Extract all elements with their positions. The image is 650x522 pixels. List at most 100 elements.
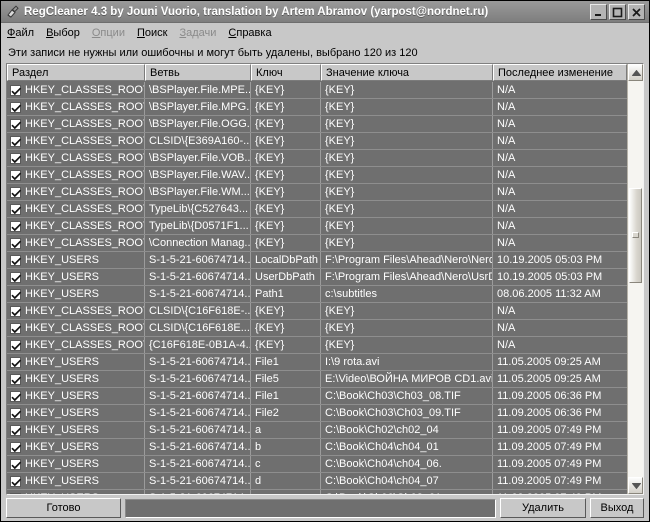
scrollbar-thumb[interactable] <box>629 187 642 283</box>
table-row[interactable]: HKEY_CLASSES_ROOT CLSID\{E369A160-... {KEY… <box>7 133 627 150</box>
row-checkbox[interactable] <box>10 237 22 249</box>
row-checkbox[interactable] <box>10 254 22 266</box>
menu-bar: Файл Выбор Опции Поиск Задачи Справка <box>1 23 649 42</box>
cell-section: HKEY_USERS <box>7 422 145 438</box>
cell-section-label: HKEY_USERS <box>25 441 99 453</box>
column-header-branch[interactable]: Ветвь <box>145 64 251 81</box>
menu-item-help[interactable]: Справка <box>228 27 278 39</box>
cell-branch: S-1-5-21-60674714... <box>145 388 251 404</box>
cell-branch: \Connection Manag... <box>145 235 251 251</box>
table-row[interactable]: HKEY_USERS S-1-5-21-60674714... UserDbPath… <box>7 269 627 286</box>
cell-value: E:\Video\ВОЙНА МИРОВ CD1.avi <box>321 371 493 387</box>
table-row[interactable]: HKEY_CLASSES_ROOT \BSPlayer.File.WM... {KE… <box>7 184 627 201</box>
cell-branch: S-1-5-21-60674714... <box>145 490 251 494</box>
menu-item-file[interactable]: Файл <box>7 27 41 39</box>
row-checkbox[interactable] <box>10 101 22 113</box>
cell-section: HKEY_CLASSES_ROOT <box>7 99 145 115</box>
menu-item-select[interactable]: Выбор <box>46 27 87 39</box>
row-checkbox[interactable] <box>10 135 22 147</box>
row-checkbox[interactable] <box>10 407 22 419</box>
row-checkbox[interactable] <box>10 424 22 436</box>
table-row[interactable]: HKEY_CLASSES_ROOT \BSPlayer.File.MPE... {K… <box>7 82 627 99</box>
table-row[interactable]: HKEY_CLASSES_ROOT \BSPlayer.File.OGG... {K… <box>7 116 627 133</box>
row-checkbox[interactable] <box>10 169 22 181</box>
cell-modified: N/A <box>497 186 516 198</box>
cell-modified: N/A <box>497 322 516 334</box>
exit-button[interactable]: Выход <box>590 498 644 518</box>
table-row[interactable]: HKEY_USERS S-1-5-21-60674714...eC:\Book\C… <box>7 490 627 494</box>
column-header-key[interactable]: Ключ <box>251 64 321 81</box>
row-checkbox[interactable] <box>10 475 22 487</box>
table-row[interactable]: HKEY_USERS S-1-5-21-60674714... File1 C:\Bo… <box>7 388 627 405</box>
row-checkbox[interactable] <box>10 322 22 334</box>
table-row[interactable]: HKEY_CLASSES_ROOT CLSID\{C16F618E-... {KEY… <box>7 303 627 320</box>
table-row[interactable]: HKEY_USERS S-1-5-21-60674714... File2 C:\Bo… <box>7 405 627 422</box>
registry-list-view: Раздел Ветвь Ключ Значение ключа Последн… <box>6 63 644 495</box>
cell-modified: 11.09.2005 06:36 PM <box>497 407 602 419</box>
cell-branch: \BSPlayer.File.OGG... <box>145 116 251 132</box>
table-row[interactable]: HKEY_USERS S-1-5-21-60674714... a C:\Book\C… <box>7 422 627 439</box>
status-button[interactable]: Готово <box>6 498 121 518</box>
cell-modified: N/A <box>497 203 516 215</box>
cell-value: {KEY} <box>321 320 493 336</box>
table-row[interactable]: HKEY_CLASSES_ROOT CLSID\{C16F618E... {KEY}… <box>7 320 627 337</box>
maximize-button[interactable] <box>609 3 626 20</box>
table-row[interactable]: HKEY_CLASSES_ROOT \BSPlayer.File.VOB... {K… <box>7 150 627 167</box>
row-checkbox[interactable] <box>10 203 22 215</box>
info-status-text: Эти записи не нужны или ошибочны и могут… <box>1 42 649 63</box>
cell-section-label: HKEY_USERS <box>25 373 99 385</box>
row-checkbox[interactable] <box>10 288 22 300</box>
row-checkbox[interactable] <box>10 84 22 96</box>
row-checkbox[interactable] <box>10 441 22 453</box>
table-row[interactable]: HKEY_USERS S-1-5-21-60674714... File5 E:\Vi… <box>7 371 627 388</box>
row-checkbox[interactable] <box>10 492 21 494</box>
table-row[interactable]: HKEY_USERS S-1-5-21-60674714... File1 I:\9 … <box>7 354 627 371</box>
close-button[interactable] <box>628 3 645 20</box>
row-checkbox[interactable] <box>10 339 22 351</box>
cell-modified: 11.09.2005 06:36 PM <box>497 390 602 402</box>
row-checkbox[interactable] <box>10 305 22 317</box>
cell-key: Path1 <box>251 286 321 302</box>
menu-item-search[interactable]: Поиск <box>137 27 174 39</box>
table-row[interactable]: HKEY_CLASSES_ROOT TypeLib\{C527643... {KEY… <box>7 201 627 218</box>
table-row[interactable]: HKEY_CLASSES_ROOT \BSPlayer.File.WAV... {K… <box>7 167 627 184</box>
scrollbar-track[interactable] <box>628 81 643 477</box>
cell-section-label: HKEY_CLASSES_ROOT <box>25 118 144 130</box>
row-checkbox[interactable] <box>10 118 22 130</box>
row-checkbox[interactable] <box>10 390 22 402</box>
table-row[interactable]: HKEY_CLASSES_ROOT TypeLib\{D0571F1... {KEY… <box>7 218 627 235</box>
vertical-scrollbar[interactable] <box>627 64 643 494</box>
table-row[interactable]: HKEY_USERS S-1-5-21-60674714... c C:\Book\C… <box>7 456 627 473</box>
column-header-value[interactable]: Значение ключа <box>321 64 493 81</box>
row-checkbox[interactable] <box>10 220 22 232</box>
table-row[interactable]: HKEY_USERS S-1-5-21-60674714... LocalDbPat… <box>7 252 627 269</box>
minimize-button[interactable] <box>590 3 607 20</box>
menu-label-rest: айл <box>15 26 35 39</box>
list-grid: Раздел Ветвь Ключ Значение ключа Последн… <box>7 64 627 494</box>
row-checkbox[interactable] <box>10 186 22 198</box>
column-header-modified[interactable]: Последнее изменение <box>493 64 627 81</box>
row-checkbox[interactable] <box>10 373 22 385</box>
delete-button[interactable]: Удалить <box>500 498 586 518</box>
cell-section: HKEY_USERS <box>7 371 145 387</box>
row-checkbox[interactable] <box>10 458 22 470</box>
table-row[interactable]: HKEY_USERS S-1-5-21-60674714... b C:\Book\C… <box>7 439 627 456</box>
table-row[interactable]: HKEY_USERS S-1-5-21-60674714... d C:\Book\C… <box>7 473 627 490</box>
cell-value: C:\Book\Ch03\Ch03_09.TIF <box>321 405 493 421</box>
cell-section-label: HKEY_CLASSES_ROOT <box>25 101 144 113</box>
scroll-down-icon[interactable] <box>628 477 643 494</box>
column-header-section[interactable]: Раздел <box>7 64 145 81</box>
table-row[interactable]: HKEY_CLASSES_ROOT {C16F618E-0B1A-4... {KEY… <box>7 337 627 354</box>
cell-section-label: HKEY_CLASSES_ROOT <box>25 339 144 351</box>
cell-section-label: HKEY_USERS <box>25 288 99 300</box>
row-checkbox[interactable] <box>10 271 22 283</box>
cell-section: HKEY_CLASSES_ROOT <box>7 133 145 149</box>
table-row[interactable]: HKEY_CLASSES_ROOT \BSPlayer.File.MPG... {K… <box>7 99 627 116</box>
window-controls <box>590 3 647 20</box>
row-checkbox[interactable] <box>10 152 22 164</box>
scroll-up-icon[interactable] <box>628 64 643 81</box>
row-checkbox[interactable] <box>10 356 22 368</box>
cell-section: HKEY_CLASSES_ROOT <box>7 337 145 353</box>
table-row[interactable]: HKEY_CLASSES_ROOT \Connection Manag... {KE… <box>7 235 627 252</box>
table-row[interactable]: HKEY_USERS S-1-5-21-60674714... Path1 c:\su… <box>7 286 627 303</box>
